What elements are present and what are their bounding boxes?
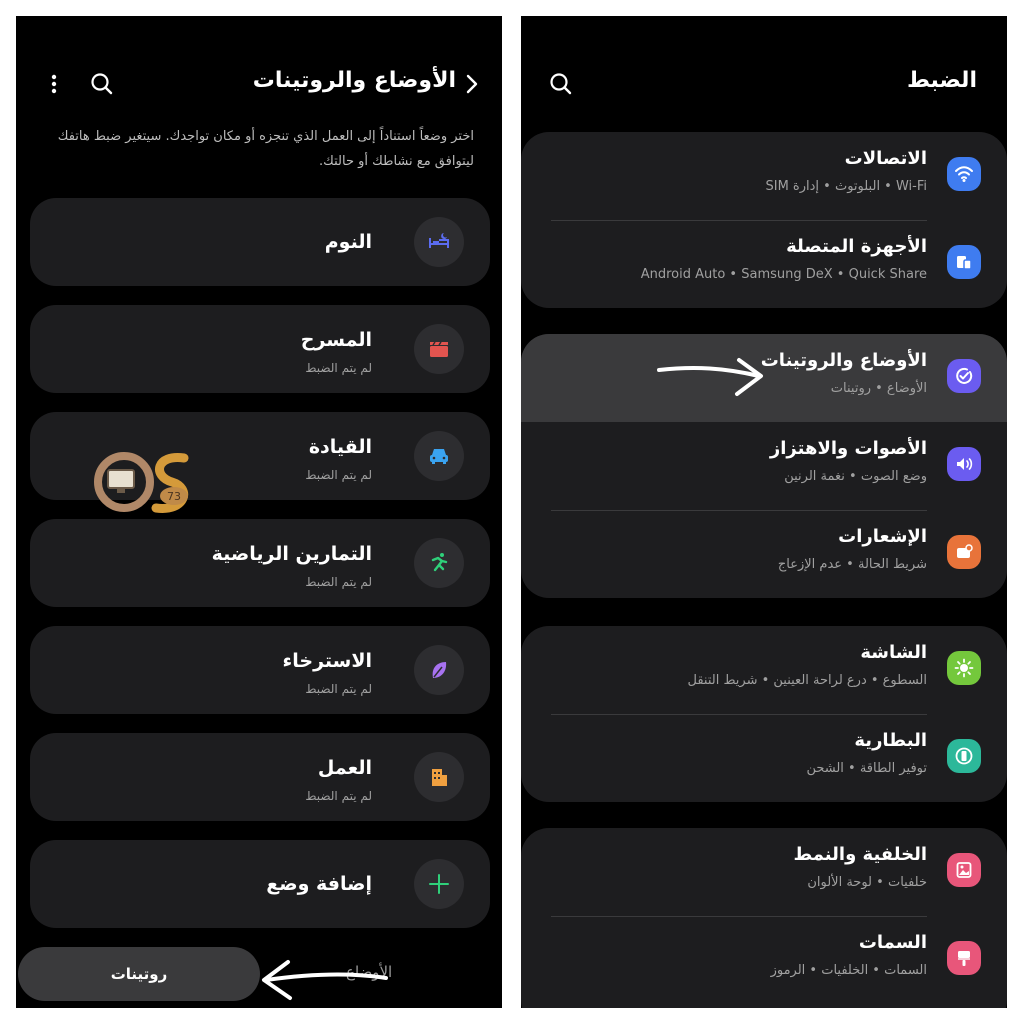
watermark-number: 73 <box>167 490 181 503</box>
mode-status: لم يتم الضبط <box>305 575 372 589</box>
back-arrow-icon[interactable] <box>458 70 486 98</box>
status-bar <box>16 16 502 24</box>
mode-card-work[interactable]: العمل لم يتم الضبط <box>30 733 490 821</box>
leaf-icon <box>414 645 464 695</box>
search-icon[interactable] <box>88 70 116 98</box>
item-subtitle: Android Auto • Samsung DeX • Quick Share <box>640 267 927 282</box>
mode-card-sleep[interactable]: النوم <box>30 198 490 286</box>
settings-item-connections[interactable]: الاتصالات Wi-Fi • البلوتوث • إدارة SIM <box>521 132 1007 220</box>
mode-status: لم يتم الضبط <box>305 789 372 803</box>
devices-icon <box>947 245 981 279</box>
mode-card-theater[interactable]: المسرح لم يتم الضبط <box>30 305 490 393</box>
status-bar <box>521 16 1007 24</box>
mode-card-exercise[interactable]: التمارين الرياضية لم يتم الضبط <box>30 519 490 607</box>
mode-title: التمارين الرياضية <box>211 543 372 565</box>
car-icon <box>414 431 464 481</box>
settings-item-sounds-vibration[interactable]: الأصوات والاهتزاز وضع الصوت • نغمة الرني… <box>521 422 1007 510</box>
wifi-icon <box>947 157 981 191</box>
settings-screen: الضبط الاتصالات Wi-Fi • البلوتوث • إدارة… <box>521 16 1007 1008</box>
plus-icon <box>414 859 464 909</box>
item-title: السمات <box>858 932 927 953</box>
item-subtitle: السطوع • درع لراحة العينين • شريط التنقل <box>687 673 927 688</box>
item-subtitle: شريط الحالة • عدم الإزعاج <box>777 557 927 572</box>
notification-icon <box>947 535 981 569</box>
mode-status: لم يتم الضبط <box>305 361 372 375</box>
settings-group-wallpaper-themes: الخلفية والنمط خلفيات • لوحة الألوان الس… <box>521 828 1007 1008</box>
clapperboard-icon <box>414 324 464 374</box>
mode-title: النوم <box>324 231 372 253</box>
bed-icon <box>414 217 464 267</box>
item-subtitle: Wi-Fi • البلوتوث • إدارة SIM <box>765 179 927 194</box>
page-title: الأوضاع والروتينات <box>252 68 456 93</box>
more-options-icon[interactable] <box>46 70 62 98</box>
wallpaper-icon <box>947 853 981 887</box>
item-title: الشاشة <box>860 642 927 663</box>
item-title: الخلفية والنمط <box>793 844 927 865</box>
search-icon[interactable] <box>547 70 575 98</box>
building-icon <box>414 752 464 802</box>
speaker-icon <box>947 447 981 481</box>
item-subtitle: وضع الصوت • نغمة الرنين <box>784 469 927 484</box>
mode-title: القيادة <box>308 436 372 458</box>
settings-item-battery[interactable]: البطارية توفير الطاقة • الشحن <box>521 714 1007 802</box>
item-title: الأوضاع والروتينات <box>760 350 927 371</box>
item-title: الإشعارات <box>838 526 927 547</box>
settings-item-display[interactable]: الشاشة السطوع • درع لراحة العينين • شريط… <box>521 626 1007 714</box>
brush-icon <box>947 941 981 975</box>
item-subtitle: توفير الطاقة • الشحن <box>806 761 927 776</box>
pointer-arrow-icon <box>657 358 763 396</box>
settings-item-notifications[interactable]: الإشعارات شريط الحالة • عدم الإزعاج <box>521 510 1007 598</box>
mode-status: لم يتم الضبط <box>305 682 372 696</box>
settings-item-wallpaper-style[interactable]: الخلفية والنمط خلفيات • لوحة الألوان <box>521 828 1007 916</box>
mode-status: لم يتم الضبط <box>305 468 372 482</box>
item-title: الأجهزة المتصلة <box>786 236 927 257</box>
add-mode-label: إضافة وضع <box>266 873 372 895</box>
item-title: البطارية <box>854 730 927 751</box>
add-mode-button[interactable]: إضافة وضع <box>30 840 490 928</box>
mode-card-relax[interactable]: الاسترخاء لم يتم الضبط <box>30 626 490 714</box>
item-title: الاتصالات <box>844 148 927 169</box>
item-title: الأصوات والاهتزاز <box>769 438 927 459</box>
item-subtitle: السمات • الخلفيات • الرموز <box>770 963 927 978</box>
mode-title: العمل <box>317 757 372 779</box>
tab-routines[interactable]: روتينات <box>18 947 260 1001</box>
running-icon <box>414 538 464 588</box>
page-title: الضبط <box>906 68 977 93</box>
watermark-logo: 73 <box>94 452 189 513</box>
pointer-arrow-icon <box>262 960 388 1000</box>
mode-title: المسرح <box>300 329 372 351</box>
sun-icon <box>947 651 981 685</box>
modes-routines-screen: الأوضاع والروتينات اختر وضعاً استناداً إ… <box>16 16 502 1008</box>
settings-item-themes[interactable]: السمات السمات • الخلفيات • الرموز <box>521 916 1007 1004</box>
check-circle-icon <box>947 359 981 393</box>
item-subtitle: خلفيات • لوحة الألوان <box>807 875 927 890</box>
page-description: اختر وضعاً استناداً إلى العمل الذي تنجزه… <box>57 129 474 169</box>
item-subtitle: الأوضاع • روتينات <box>830 381 927 396</box>
settings-group-display-battery: الشاشة السطوع • درع لراحة العينين • شريط… <box>521 626 1007 802</box>
mode-title: الاسترخاء <box>282 650 372 672</box>
settings-group-connections: الاتصالات Wi-Fi • البلوتوث • إدارة SIM ا… <box>521 132 1007 308</box>
settings-item-connected-devices[interactable]: الأجهزة المتصلة Android Auto • Samsung D… <box>521 220 1007 308</box>
battery-icon <box>947 739 981 773</box>
